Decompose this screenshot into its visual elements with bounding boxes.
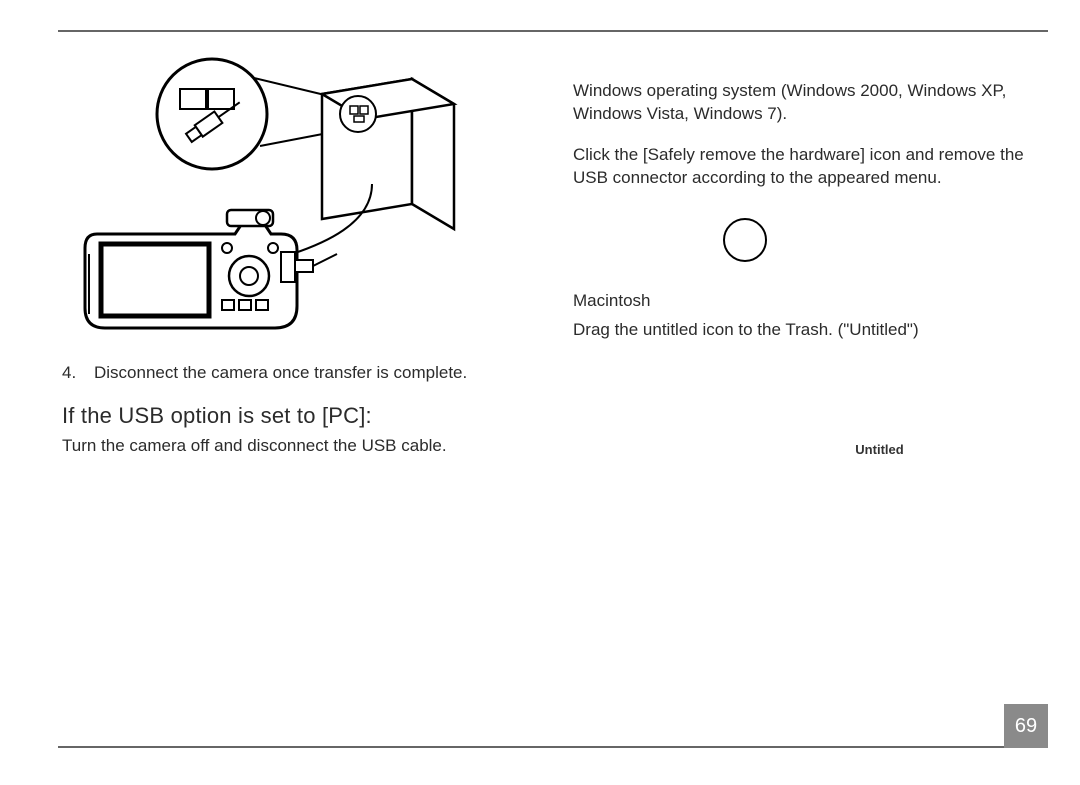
left-column: 4. Disconnect the camera once transfer i… <box>58 44 529 476</box>
windows-instruction: Click the [Safely remove the hardware] i… <box>573 144 1036 190</box>
right-column: Windows operating system (Windows 2000, … <box>569 44 1048 476</box>
two-column-layout: 4. Disconnect the camera once transfer i… <box>58 32 1048 476</box>
usb-pc-instruction: Turn the camera off and disconnect the U… <box>62 435 525 458</box>
camera-pc-svg <box>72 54 492 344</box>
untitled-drive-label: Untitled <box>723 442 1036 457</box>
macintosh-heading: Macintosh <box>573 290 1036 313</box>
systray-placeholder-icon <box>723 218 767 262</box>
page-number: 69 <box>1004 704 1048 748</box>
step-text: Disconnect the camera once transfer is c… <box>94 362 467 385</box>
step-number: 4. <box>62 362 80 385</box>
usb-pc-subhead: If the USB option is set to [PC]: <box>62 403 525 429</box>
windows-os-line: Windows operating system (Windows 2000, … <box>573 80 1036 126</box>
page-frame: 4. Disconnect the camera once transfer i… <box>58 30 1048 748</box>
macintosh-instruction: Drag the untitled icon to the Trash. ("U… <box>573 319 1036 342</box>
step-4: 4. Disconnect the camera once transfer i… <box>62 362 525 385</box>
camera-to-pc-illustration <box>72 54 492 344</box>
